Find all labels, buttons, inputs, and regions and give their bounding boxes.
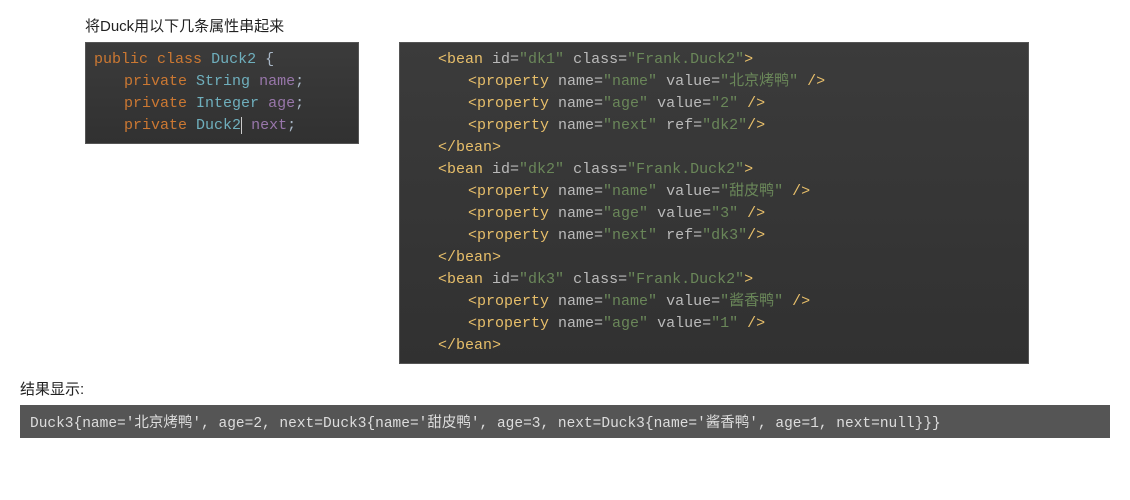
code-line: <property name="age" value="1" /> xyxy=(408,313,1020,335)
code-line: <bean id="dk2" class="Frank.Duck2"> xyxy=(408,159,1020,181)
field: next xyxy=(251,117,287,134)
field: name xyxy=(259,73,295,90)
keyword-class: class xyxy=(157,51,202,68)
code-line: </bean> xyxy=(408,137,1020,159)
result-output: Duck3{name='北京烤鸭', age=2, next=Duck3{nam… xyxy=(20,405,1110,438)
keyword-public: public xyxy=(94,51,148,68)
keyword-private: private xyxy=(124,73,187,90)
code-line: <property name="age" value="3" /> xyxy=(408,203,1020,225)
code-line: public class Duck2 { xyxy=(94,49,350,71)
code-line: <property name="name" value="甜皮鸭" /> xyxy=(408,181,1020,203)
text-cursor xyxy=(241,117,242,134)
code-line: </bean> xyxy=(408,247,1020,269)
class-name: Duck2 xyxy=(211,51,256,68)
code-line: <property name="name" value="酱香鸭" /> xyxy=(408,291,1020,313)
keyword-private: private xyxy=(124,117,187,134)
brace: { xyxy=(265,51,274,68)
code-line: <property name="next" ref="dk3"/> xyxy=(408,225,1020,247)
code-line: <property name="age" value="2" /> xyxy=(408,93,1020,115)
section-heading: 将Duck用以下几条属性串起来 xyxy=(85,15,1110,36)
code-line: private Duck2 next; xyxy=(94,115,350,137)
code-line: </bean> xyxy=(408,335,1020,357)
field: age xyxy=(268,95,295,112)
type: Integer xyxy=(196,95,259,112)
code-row: public class Duck2 { private String name… xyxy=(85,42,1110,364)
code-line: <bean id="dk3" class="Frank.Duck2"> xyxy=(408,269,1020,291)
code-line: private Integer age; xyxy=(94,93,350,115)
keyword-private: private xyxy=(124,95,187,112)
code-line: <property name="next" ref="dk2"/> xyxy=(408,115,1020,137)
type: String xyxy=(196,73,250,90)
xml-code-block: <bean id="dk1" class="Frank.Duck2"> <pro… xyxy=(399,42,1029,364)
code-line: <bean id="dk1" class="Frank.Duck2"> xyxy=(408,49,1020,71)
type: Duck2 xyxy=(196,117,241,134)
java-code-block: public class Duck2 { private String name… xyxy=(85,42,359,144)
code-line: private String name; xyxy=(94,71,350,93)
code-line: <property name="name" value="北京烤鸭" /> xyxy=(408,71,1020,93)
result-label: 结果显示: xyxy=(20,378,1110,399)
